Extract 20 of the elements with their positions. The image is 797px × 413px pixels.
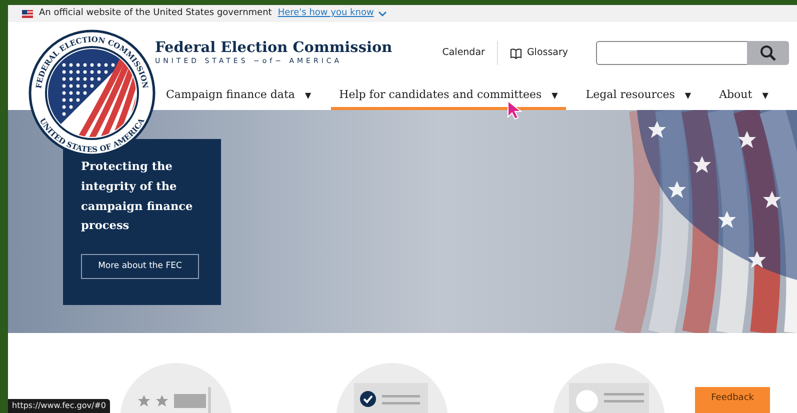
how-you-know-link[interactable]: Here's how you know — [278, 6, 374, 20]
search-button[interactable] — [747, 41, 789, 65]
search-field[interactable] — [596, 41, 747, 65]
nav-tab[interactable]: About ▼ — [711, 84, 776, 110]
chevron-icon — [378, 10, 387, 16]
search-icon — [760, 45, 776, 61]
feedback-button[interactable]: Feedback — [695, 386, 770, 413]
banner-text: An official website of the United States government — [39, 6, 272, 20]
section-illustration-icon — [568, 383, 649, 413]
utility-link[interactable]: Calendar — [438, 46, 489, 60]
nav-tab[interactable]: Legal resources ▼ — [578, 84, 700, 110]
glossary-link[interactable]: Glossary — [506, 46, 572, 60]
flag-icon — [22, 10, 33, 18]
nav-tab[interactable]: Campaign finance data ▼ — [158, 84, 320, 110]
cursor-icon — [507, 100, 523, 121]
hero-heading: Protecting the integrity of the campaign finance process — [81, 158, 194, 234]
book-icon — [510, 48, 522, 58]
status-url: https://www.fec.gov/#0 — [8, 399, 110, 413]
site-title[interactable]: Federal Election Commission — [155, 40, 392, 56]
more-about-button[interactable]: More about the FEC — [81, 254, 199, 279]
